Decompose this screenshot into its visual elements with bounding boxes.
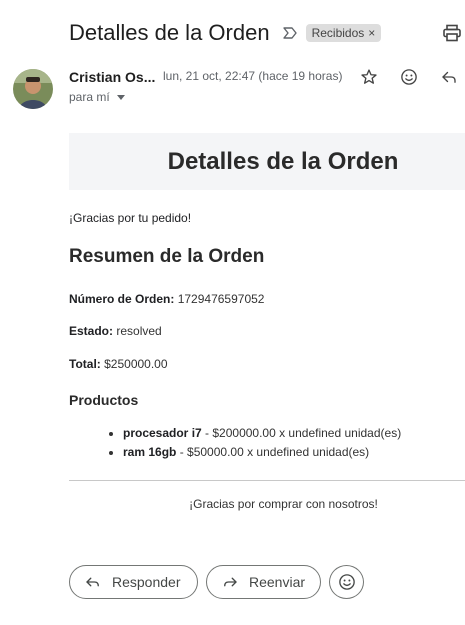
- product-detail: - $200000.00 x undefined unidad(es): [201, 426, 402, 440]
- emoji-reaction-button[interactable]: [329, 565, 364, 599]
- list-item: procesador i7 - $200000.00 x undefined u…: [123, 424, 401, 443]
- email-subject: Detalles de la Orden: [69, 20, 270, 45]
- order-number-label: Número de Orden:: [69, 292, 175, 306]
- label-chip-text: Recibidos: [311, 26, 365, 40]
- products-title: Productos: [69, 392, 139, 408]
- forward-button[interactable]: Reenviar: [206, 565, 321, 599]
- total-value: $250000.00: [104, 357, 168, 371]
- remove-label-icon[interactable]: ×: [368, 26, 375, 40]
- reply-icon: [84, 573, 102, 591]
- order-number-field: Número de Orden: 1729476597052: [69, 292, 264, 306]
- emoji-icon: [338, 574, 355, 590]
- thanks-text: ¡Gracias por tu pedido!: [69, 211, 192, 225]
- forward-icon: [221, 573, 239, 591]
- product-list: procesador i7 - $200000.00 x undefined u…: [69, 424, 401, 462]
- product-detail: - $50000.00 x undefined unidad(es): [176, 445, 370, 459]
- footer-text: ¡Gracias por comprar con nosotros!: [189, 497, 378, 511]
- list-item: ram 16gb - $50000.00 x undefined unidad(…: [123, 443, 401, 462]
- total-label: Total:: [69, 357, 101, 371]
- summary-title: Resumen de la Orden: [69, 246, 265, 267]
- label-chip-inbox[interactable]: Recibidos ×: [305, 24, 382, 42]
- importance-marker-icon[interactable]: [282, 25, 298, 41]
- divider: [69, 480, 465, 481]
- status-field: Estado: resolved: [69, 324, 162, 338]
- email-banner: Detalles de la Orden: [69, 133, 465, 190]
- emoji-icon[interactable]: [398, 66, 420, 88]
- status-value: resolved: [116, 324, 162, 338]
- order-number-value: 1729476597052: [177, 292, 265, 306]
- banner-title: Detalles de la Orden: [167, 147, 399, 175]
- subject-row: Detalles de la Orden Recibidos ×: [69, 19, 465, 47]
- caret-down-icon[interactable]: [116, 94, 125, 100]
- status-label: Estado:: [69, 324, 114, 338]
- total-field: Total: $250000.00: [69, 357, 168, 371]
- recipient-text: para mí: [69, 90, 110, 104]
- sender-avatar[interactable]: [13, 69, 53, 109]
- message-date: lun, 21 oct, 22:47 (hace 19 horas): [163, 69, 343, 83]
- product-name: ram 16gb: [123, 445, 177, 459]
- product-name: procesador i7: [123, 426, 202, 440]
- reply-label: Responder: [112, 574, 181, 590]
- sender-name[interactable]: Cristian Os...: [69, 69, 155, 85]
- print-icon[interactable]: [442, 24, 462, 44]
- star-icon[interactable]: [358, 66, 380, 88]
- reply-icon[interactable]: [438, 66, 460, 88]
- forward-label: Reenviar: [249, 574, 306, 590]
- recipient-line[interactable]: para mí: [69, 90, 125, 104]
- reply-button[interactable]: Responder: [69, 565, 198, 599]
